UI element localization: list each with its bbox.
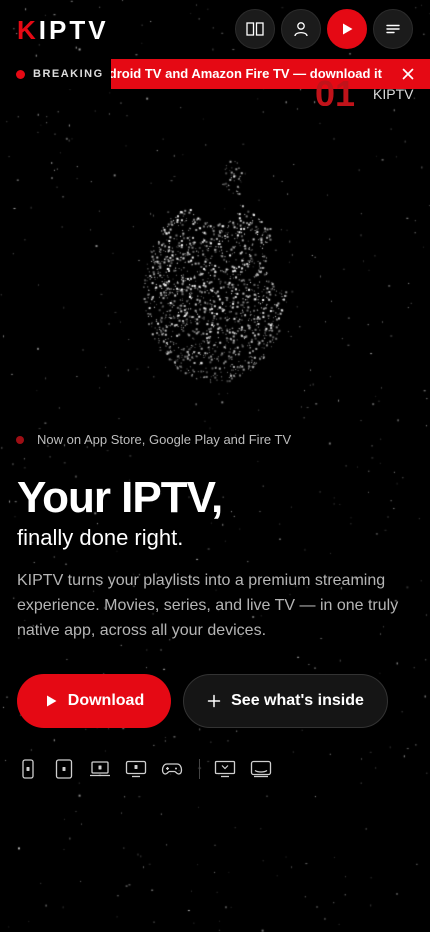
- download-button[interactable]: Download: [17, 674, 171, 728]
- play-icon: [343, 23, 353, 35]
- see-inside-button[interactable]: See what's inside: [183, 674, 388, 728]
- see-inside-label: See what's inside: [231, 692, 364, 709]
- breaking-dot: [16, 69, 25, 79]
- availability-badge: Now on App Store, Google Play and Fire T…: [16, 432, 291, 447]
- hero-description: KIPTV turns your playlists into a premiu…: [17, 572, 399, 639]
- play-icon: [46, 695, 57, 707]
- compare-icon: [246, 22, 264, 36]
- menu-icon: [386, 24, 400, 34]
- breaking-ticker-bar: ndroid TV and Amazon Fire TV — download …: [111, 59, 430, 89]
- plus-icon: [207, 694, 221, 708]
- slide-number: 01: [315, 76, 356, 106]
- android-tv-icon[interactable]: [214, 758, 236, 780]
- gamepad-icon[interactable]: [161, 758, 183, 780]
- logo[interactable]: KIPTV: [17, 16, 109, 44]
- particle-background: [0, 0, 430, 932]
- compare-button[interactable]: [235, 9, 275, 49]
- availability-text: Now on App Store, Google Play and Fire T…: [37, 432, 292, 447]
- download-label: Download: [67, 692, 145, 709]
- close-icon: [402, 68, 414, 80]
- breaking-news-bar: BREAKING ndroid TV and Amazon Fire TV — …: [0, 59, 430, 89]
- platform-icons: [17, 758, 286, 780]
- hero-title: Your IPTV,: [17, 473, 223, 522]
- apple-tv-icon[interactable]: [125, 758, 147, 780]
- breaking-label: BREAKING: [33, 68, 104, 80]
- slide-label: KIPTV: [373, 86, 414, 102]
- logo-text: KIPTV: [17, 15, 109, 45]
- availability-dot: [16, 435, 24, 444]
- hero-subtitle: finally done right.: [17, 525, 184, 550]
- account-button[interactable]: [281, 9, 321, 49]
- breaking-close-button[interactable]: [386, 59, 430, 89]
- laptop-icon[interactable]: [89, 758, 111, 780]
- tablet-icon[interactable]: [53, 758, 75, 780]
- play-button[interactable]: [327, 9, 367, 49]
- platform-divider: [199, 759, 200, 779]
- phone-icon[interactable]: [17, 758, 39, 780]
- fire-tv-icon[interactable]: [250, 758, 272, 780]
- user-icon: [294, 22, 308, 37]
- header: KIPTV: [0, 0, 430, 60]
- menu-button[interactable]: [373, 9, 413, 49]
